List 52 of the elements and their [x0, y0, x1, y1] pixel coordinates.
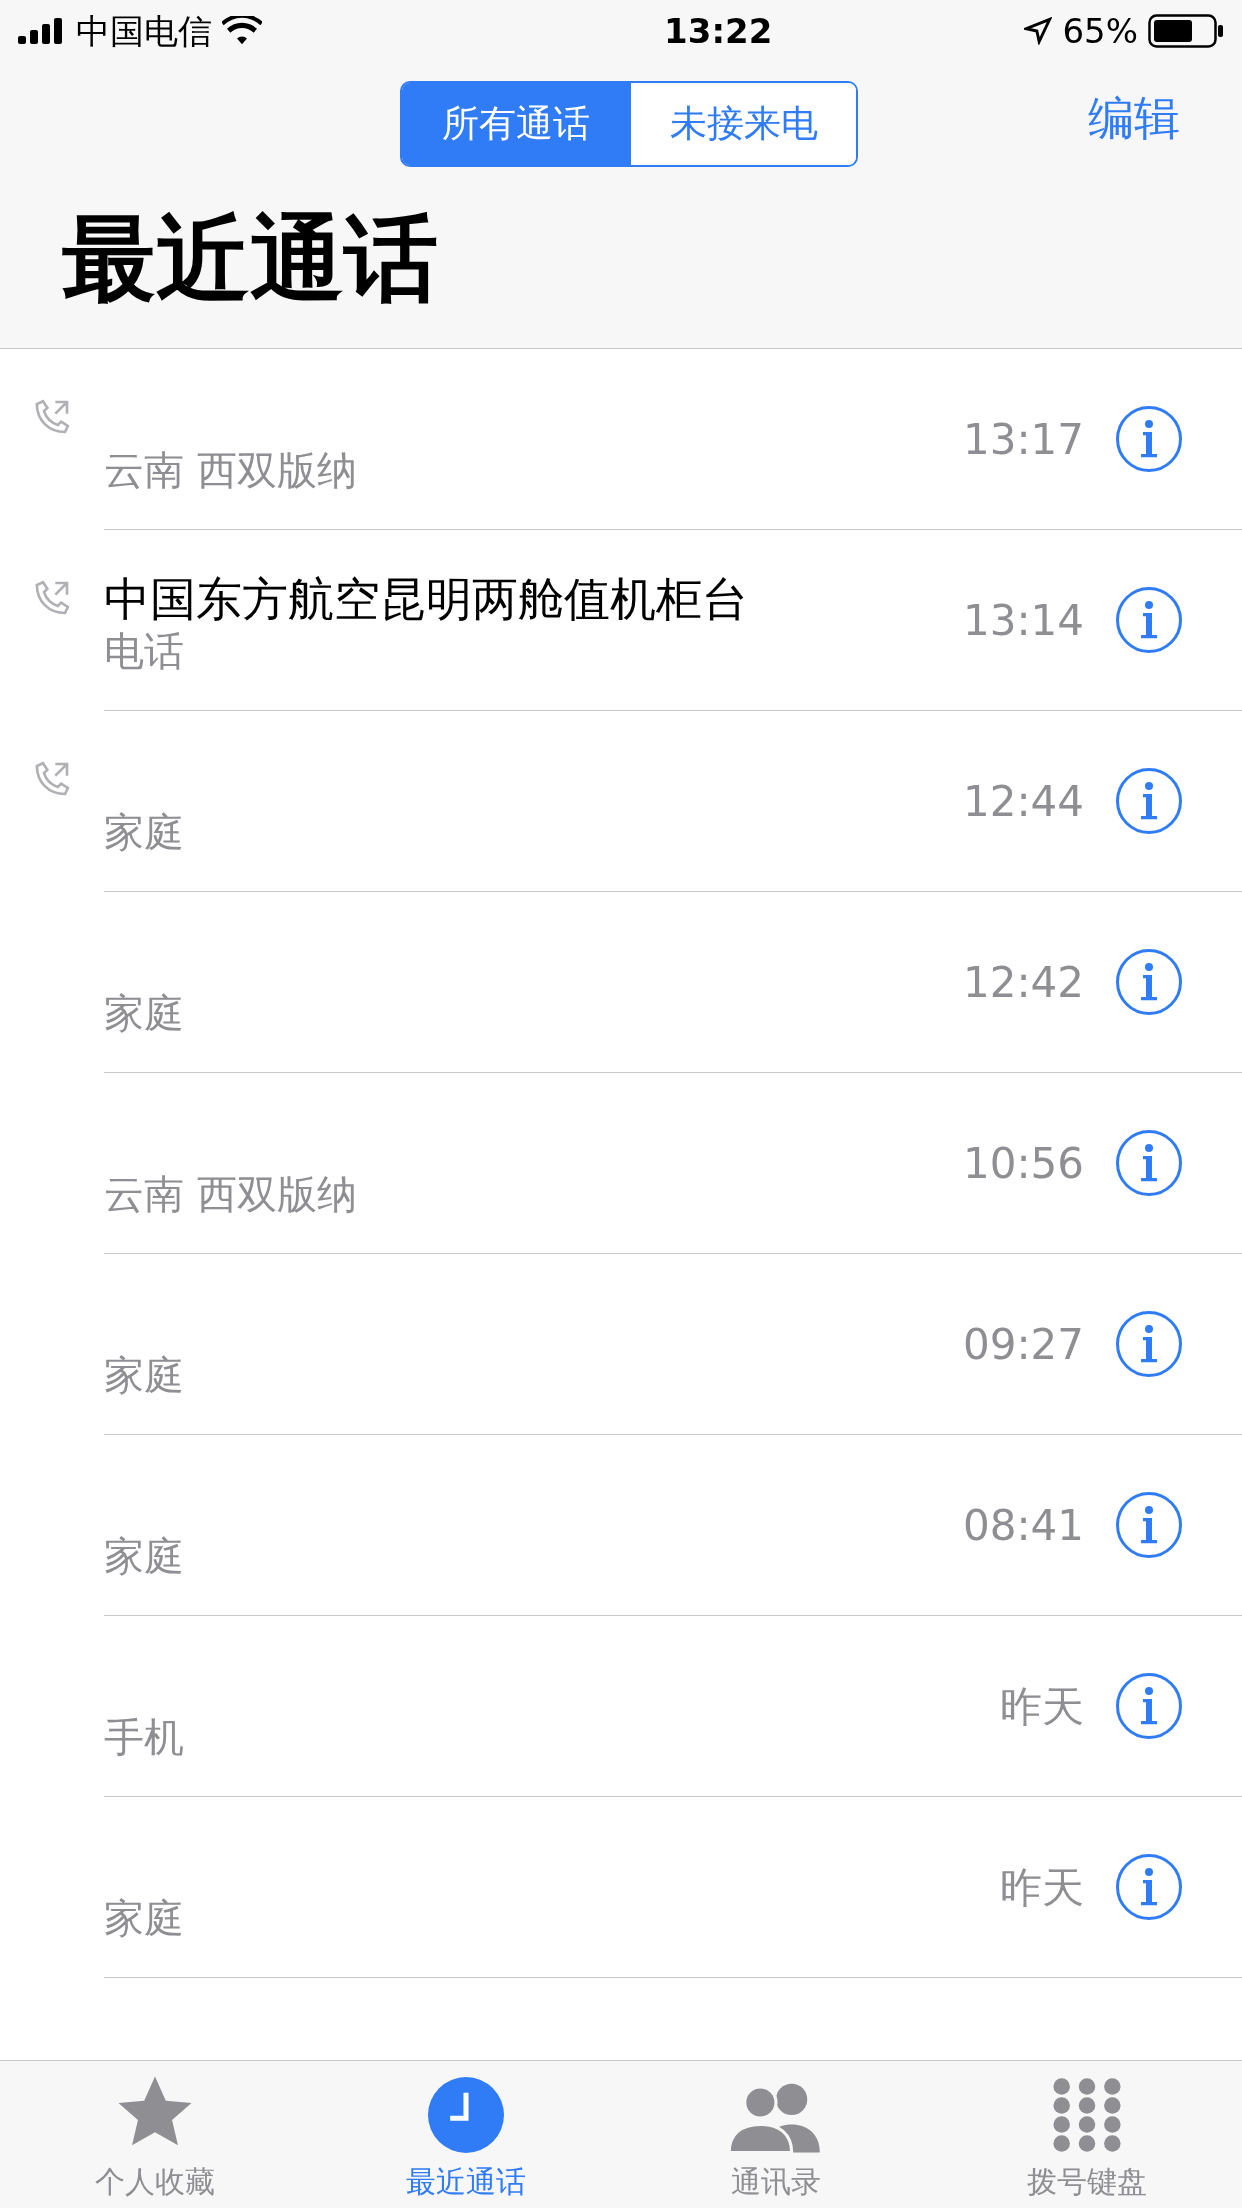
- call-type: 家庭: [104, 1532, 185, 1581]
- call-row[interactable]: 手机 昨天: [0, 1616, 1242, 1797]
- clock-icon: [427, 2077, 504, 2153]
- call-row[interactable]: 家庭 昨天: [0, 1797, 1242, 1978]
- call-time: 09:27: [962, 1318, 1084, 1371]
- segment-tab[interactable]: 未接来电: [629, 83, 856, 165]
- info-icon[interactable]: [1116, 1130, 1182, 1196]
- info-icon[interactable]: [1116, 587, 1182, 653]
- wifi-icon: [222, 16, 262, 46]
- call-type: 家庭: [104, 1894, 185, 1943]
- info-icon[interactable]: [1116, 1673, 1182, 1739]
- tab-bar-item[interactable]: 个人收藏: [0, 2061, 311, 2208]
- page-title: 最近通话: [62, 212, 439, 306]
- call-time: 08:41: [962, 1499, 1084, 1552]
- call-time: 12:44: [962, 775, 1084, 828]
- call-time: 13:14: [962, 594, 1084, 647]
- info-icon[interactable]: [1116, 768, 1182, 834]
- call-type: 云南 西双版纳: [104, 1170, 358, 1219]
- call-row[interactable]: 家庭 12:44: [0, 711, 1242, 892]
- call-row[interactable]: 家庭 12:42: [0, 892, 1242, 1073]
- status-time: 13:22: [664, 9, 773, 53]
- location-icon: [1024, 17, 1053, 45]
- info-icon[interactable]: [1116, 1492, 1182, 1558]
- call-type: 家庭: [104, 808, 185, 857]
- info-icon[interactable]: [1116, 1311, 1182, 1377]
- info-icon[interactable]: [1116, 949, 1182, 1015]
- call-row[interactable]: 家庭 08:41: [0, 1435, 1242, 1616]
- call-time: 13:17: [962, 413, 1084, 466]
- tab-bar-item[interactable]: 最近通话: [310, 2061, 621, 2208]
- call-time: 昨天: [1000, 1680, 1084, 1733]
- call-row[interactable]: 家庭 09:27: [0, 1254, 1242, 1435]
- call-type: 家庭: [104, 1351, 185, 1400]
- call-row[interactable]: 云南 西双版纳 10:56: [0, 1073, 1242, 1254]
- call-type: 家庭: [104, 989, 185, 1038]
- call-type: 电话: [104, 627, 185, 676]
- caller-name: 中国东方航空昆明两舱值机柜台: [104, 576, 748, 622]
- segment-tab[interactable]: 所有通话: [402, 83, 629, 165]
- call-row[interactable]: 中国东方航空昆明两舱值机柜台 电话 13:14: [0, 530, 1242, 711]
- tab-bar-item[interactable]: 拨号键盘: [931, 2061, 1242, 2208]
- battery-icon: [1148, 14, 1224, 48]
- call-type: 手机: [104, 1713, 185, 1762]
- carrier-name: 中国电信: [76, 9, 212, 53]
- info-icon[interactable]: [1116, 406, 1182, 472]
- call-row[interactable]: 云南 西双版纳 13:17: [0, 349, 1242, 530]
- call-time: 10:56: [962, 1137, 1084, 1190]
- info-icon[interactable]: [1116, 1854, 1182, 1920]
- tab-bar-item[interactable]: 通讯录: [621, 2061, 932, 2208]
- call-time: 12:42: [962, 956, 1084, 1009]
- battery-percent: 65%: [1062, 9, 1138, 53]
- call-time: 昨天: [1000, 1861, 1084, 1914]
- call-type: 云南 西双版纳: [104, 446, 358, 495]
- edit-button[interactable]: 编辑: [1088, 84, 1180, 153]
